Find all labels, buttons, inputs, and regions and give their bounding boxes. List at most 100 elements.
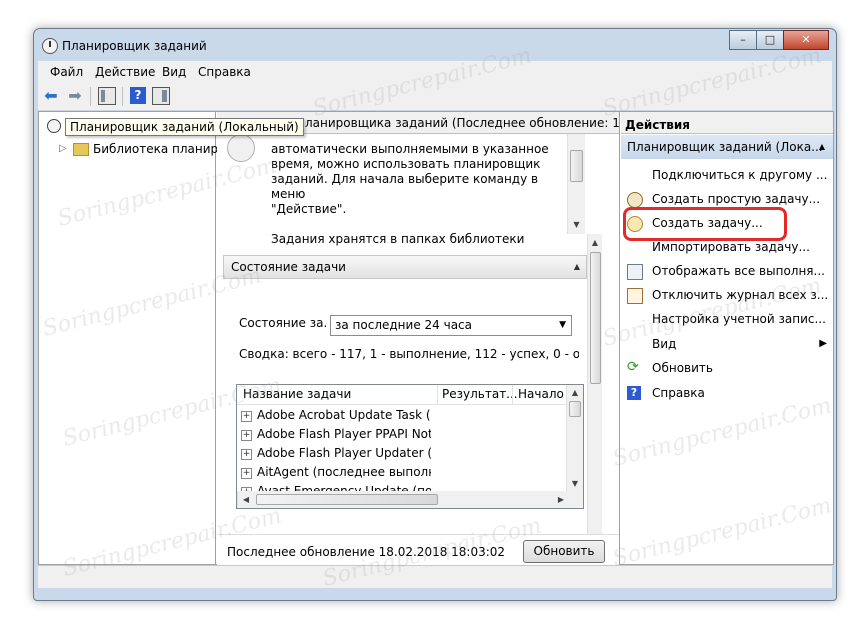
center-scroll-area: автоматически выполняемыми в указанное в… (223, 134, 603, 564)
refresh-icon: ⟳ (627, 359, 639, 375)
action-label: Вид (652, 337, 677, 351)
history-log-icon (627, 288, 643, 304)
actions-pane: Действия Планировщик заданий (Лока... ▲ … (621, 112, 833, 564)
table-row[interactable]: +AitAgent (последнее выполне... (241, 465, 431, 479)
action-connect[interactable]: Подключиться к другому ... (621, 163, 833, 187)
table-row[interactable]: + Adobe Acrobat Update Task (п... (241, 408, 431, 422)
scroll-down-arrow-icon[interactable]: ▼ (570, 479, 580, 488)
description-scrollbar[interactable]: ▼ (567, 134, 585, 234)
table-horizontal-scrollbar[interactable]: ◀ ▶ (237, 491, 583, 508)
forward-arrow-icon[interactable]: ➡ (66, 87, 84, 105)
help-icon[interactable]: ? (130, 87, 146, 104)
scrollbar-thumb[interactable] (569, 401, 581, 417)
last-update-text: Последнее обновление 18.02.2018 18:03:02 (227, 545, 506, 559)
scrollbar-thumb[interactable] (590, 252, 601, 384)
status-bar (38, 565, 832, 588)
scroll-left-arrow-icon[interactable]: ◀ (241, 495, 251, 504)
collapse-arrow-icon[interactable]: ▲ (819, 135, 825, 159)
console-tree: ▷ Библиотека планиров (39, 112, 233, 564)
center-footer: Последнее обновление 18.02.2018 18:03:02… (217, 534, 619, 565)
close-button[interactable]: ✕ (783, 30, 829, 50)
description-line: автоматически выполняемыми в указанное (271, 142, 549, 156)
action-view[interactable]: Вид ▶ (621, 332, 833, 356)
toolbar: ⬅ ➡ ? (38, 83, 832, 111)
action-pane-icon[interactable] (152, 87, 170, 105)
table-header: Название задачи Результат... Начало (237, 385, 567, 405)
back-arrow-icon[interactable]: ⬅ (42, 87, 60, 105)
column-result[interactable]: Результат... (442, 387, 518, 401)
action-label: Отключить журнал всех з... (652, 288, 828, 302)
summary-text: Сводка: всего - 117, 1 - выполнение, 112… (239, 347, 579, 361)
description-line (271, 217, 571, 232)
clock-icon (47, 119, 61, 133)
period-select[interactable]: за последние 24 часа ▼ (330, 315, 572, 336)
window-title: Планировщик заданий (62, 39, 207, 53)
main-content: ▷ Библиотека планиров ланировщика задани… (38, 111, 834, 565)
tree-expand-arrow[interactable]: ▷ (59, 143, 67, 154)
menu-help[interactable]: Справка (198, 65, 251, 79)
status-label: Состояние за... (239, 316, 327, 330)
menu-view[interactable]: Вид (162, 65, 186, 79)
clock-icon (42, 38, 58, 54)
action-disable-history[interactable]: Отключить журнал всех з... (621, 283, 833, 307)
tree-item-library[interactable]: Библиотека планиров (93, 142, 233, 156)
table-row[interactable]: +Adobe Flash Player PPAPI Notif... (241, 427, 431, 441)
scrollbar-thumb[interactable] (570, 150, 583, 182)
description-line: Задания хранятся в папках библиотеки (271, 232, 525, 246)
actions-group-title: Планировщик заданий (Лока... (627, 140, 823, 154)
action-label: Подключиться к другому ... (652, 168, 828, 182)
task-scheduler-window: Планировщик заданий – □ ✕ Файл Действие … (33, 28, 837, 601)
table-row[interactable]: +Adobe Flash Player Updater (по... (241, 446, 431, 460)
center-vertical-scrollbar[interactable]: ▲ ▼ (587, 234, 602, 552)
description-line: заданий. Для начала выберите команду в м… (271, 172, 539, 201)
dropdown-arrow-icon[interactable]: ▼ (559, 316, 566, 335)
period-value: за последние 24 часа (335, 318, 473, 332)
running-tasks-icon (627, 264, 643, 280)
action-import-task[interactable]: Импортировать задачу... (621, 235, 833, 259)
menu-bar: Файл Действие Вид Справка (38, 61, 832, 83)
description-line: "Действие". (271, 202, 347, 216)
action-display-running[interactable]: Отображать все выполня... (621, 259, 833, 283)
title-bar[interactable]: Планировщик заданий – □ ✕ (34, 29, 836, 61)
action-label: Отображать все выполня... (652, 264, 825, 278)
action-label: Справка (652, 386, 705, 400)
action-help[interactable]: ? Справка (621, 381, 833, 405)
maximize-button[interactable]: □ (756, 30, 784, 50)
scrollbar-thumb[interactable] (256, 494, 438, 505)
section-title: Состояние задачи (231, 260, 346, 274)
folder-icon (73, 143, 89, 156)
description-line: время, можно использовать планировщик (271, 157, 541, 171)
action-label: Импортировать задачу... (652, 240, 810, 254)
tree-root-tooltip: Планировщик заданий (Локальный) (65, 118, 304, 136)
refresh-button[interactable]: Обновить (523, 540, 605, 563)
toolbar-separator (90, 87, 91, 106)
table-vertical-scrollbar[interactable]: ▲ ▼ (566, 385, 583, 491)
center-pane: ланировщика заданий (Последнее обновлени… (217, 112, 620, 565)
overview-description: автоматически выполняемыми в указанное в… (271, 142, 571, 247)
help-icon: ? (627, 386, 641, 400)
collapse-arrow-icon[interactable]: ▲ (574, 256, 580, 278)
basic-task-icon (627, 192, 643, 208)
clock-icon (227, 134, 255, 162)
task-status-section-header[interactable]: Состояние задачи ▲ (223, 255, 587, 279)
action-create-task[interactable]: Создать задачу... (621, 207, 833, 241)
tasks-table: Название задачи Результат... Начало + Ado… (236, 384, 584, 509)
column-task-name[interactable]: Название задачи (243, 387, 351, 401)
submenu-arrow-icon: ▶ (819, 338, 827, 349)
menu-action[interactable]: Действие (95, 65, 155, 79)
menu-file[interactable]: Файл (50, 65, 83, 79)
action-refresh[interactable]: ⟳ Обновить (621, 356, 833, 380)
scroll-down-arrow-icon[interactable]: ▼ (571, 220, 582, 229)
column-start[interactable]: Начало (518, 387, 564, 401)
scroll-up-arrow-icon[interactable]: ▲ (570, 388, 580, 397)
actions-header: Действия (621, 112, 833, 134)
console-tree-icon[interactable] (98, 87, 116, 105)
scroll-right-arrow-icon[interactable]: ▶ (556, 495, 566, 504)
action-label: Настройка учетной запис... (652, 312, 826, 326)
toolbar-separator (122, 87, 123, 106)
minimize-button[interactable]: – (729, 30, 757, 50)
scroll-up-arrow-icon[interactable]: ▲ (590, 238, 600, 247)
action-account-settings[interactable]: Настройка учетной запис... (621, 307, 833, 331)
action-label: Обновить (652, 361, 713, 375)
actions-group-header[interactable]: Планировщик заданий (Лока... ▲ (621, 135, 833, 159)
